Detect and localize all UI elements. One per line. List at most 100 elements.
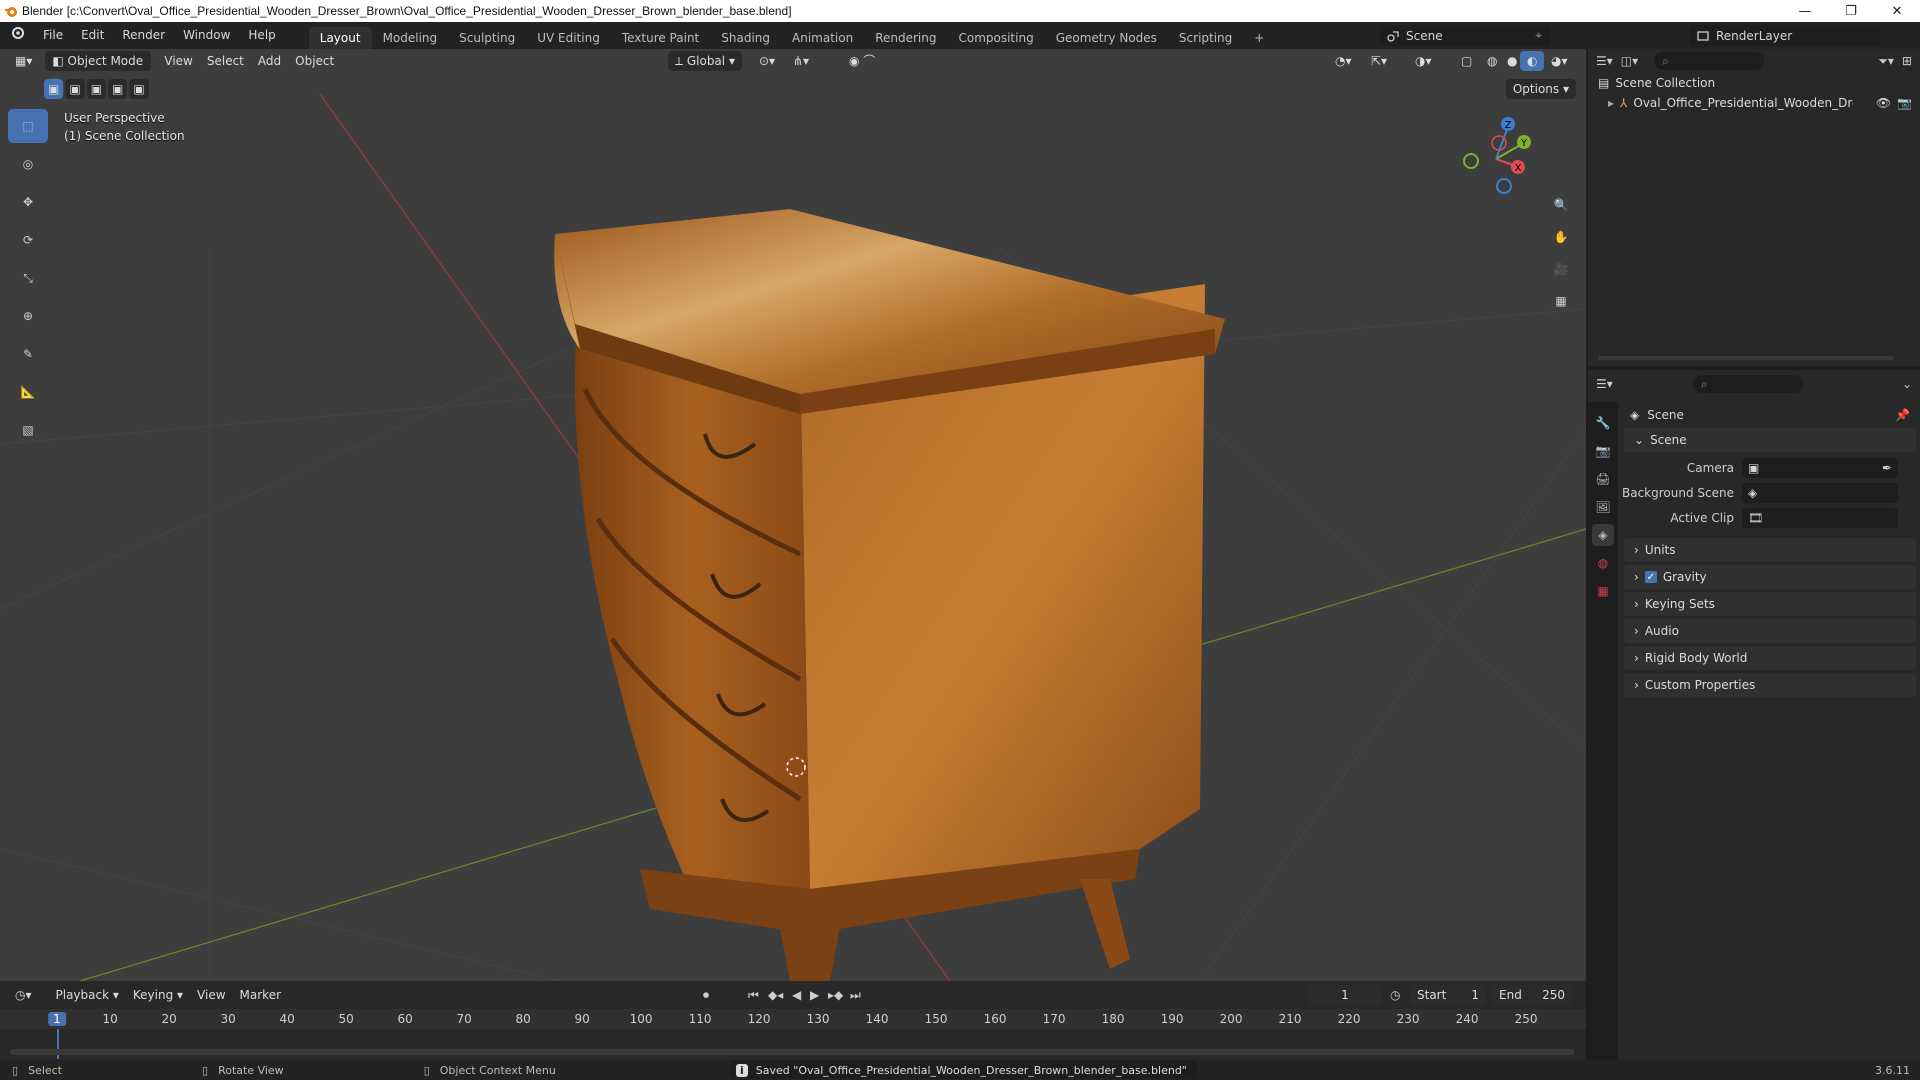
tab-geometry-nodes[interactable]: Geometry Nodes bbox=[1045, 27, 1168, 49]
panel-custom-properties[interactable]: › Custom Properties bbox=[1624, 673, 1916, 697]
menu-add[interactable]: Add bbox=[251, 51, 288, 71]
add-cube-tool-icon[interactable]: ▧ bbox=[8, 413, 48, 447]
move-tool-icon[interactable]: ✥ bbox=[8, 185, 48, 219]
tab-shading[interactable]: Shading bbox=[710, 27, 781, 49]
menu-playback[interactable]: Playback ▾ bbox=[49, 985, 126, 1005]
jump-end-icon[interactable]: ⏭ bbox=[850, 988, 861, 1003]
pin-icon[interactable]: ⌖ bbox=[1535, 28, 1550, 43]
cursor-tool-icon[interactable]: ◎ bbox=[8, 147, 48, 181]
current-frame-field[interactable]: 1 bbox=[1308, 985, 1382, 1005]
world-tab-icon[interactable]: ◍ bbox=[1592, 552, 1614, 574]
tab-compositing[interactable]: Compositing bbox=[947, 27, 1044, 49]
navigation-gizmo[interactable]: Z Y X bbox=[1446, 109, 1546, 209]
menu-marker[interactable]: Marker bbox=[233, 985, 288, 1005]
filter-icon[interactable]: ⏷▾ bbox=[1878, 54, 1894, 69]
menu-render[interactable]: Render bbox=[113, 22, 174, 49]
end-frame-field[interactable]: End 250 bbox=[1492, 985, 1572, 1005]
select-invert-icon[interactable]: ▣ bbox=[108, 79, 128, 99]
rotate-tool-icon[interactable]: ⟳ bbox=[8, 223, 48, 257]
menu-object[interactable]: Object bbox=[288, 51, 341, 71]
expand-arrow-icon[interactable]: ▸ bbox=[1608, 96, 1614, 110]
ortho-grid-icon[interactable]: ▦ bbox=[1546, 288, 1576, 314]
properties-search-input[interactable]: ⌕ bbox=[1692, 375, 1803, 393]
output-tab-icon[interactable]: 🖨 bbox=[1592, 468, 1614, 490]
panel-units[interactable]: › Units bbox=[1624, 538, 1916, 562]
timeline-ruler[interactable]: 1 10 20 30 40 50 60 70 80 90 100 110 120 130 140 150 160… bbox=[0, 1009, 1586, 1059]
add-workspace-button[interactable]: + bbox=[1243, 27, 1275, 49]
tab-modeling[interactable]: Modeling bbox=[372, 27, 449, 49]
mode-dropdown[interactable]: ◧ Object Mode ▾ bbox=[45, 51, 152, 88]
display-mode-icon[interactable]: ◫▾ bbox=[1621, 54, 1638, 68]
camera-field[interactable]: ▣ ✒ bbox=[1742, 457, 1898, 478]
transform-tool-icon[interactable]: ⊕ bbox=[8, 299, 48, 333]
camera-render-icon[interactable]: 📷 bbox=[1897, 96, 1920, 110]
menu-timeline-view[interactable]: View bbox=[190, 985, 232, 1005]
shading-material-icon[interactable]: ◐ bbox=[1520, 51, 1545, 71]
scene-tab-icon[interactable]: ◈ bbox=[1592, 524, 1614, 546]
eye-icon[interactable]: 👁 bbox=[1876, 96, 1891, 110]
orientation-dropdown[interactable]: ⟂ Global ▾ bbox=[668, 51, 742, 71]
menu-select[interactable]: Select bbox=[200, 51, 251, 71]
minimize-button[interactable]: — bbox=[1782, 0, 1828, 22]
select-box-tool-icon[interactable]: ⬚ bbox=[8, 109, 48, 143]
timeline-editor-icon[interactable]: ◷▾ bbox=[8, 985, 39, 1005]
eyedropper-icon[interactable]: ✒ bbox=[1882, 461, 1898, 475]
outliner-scrollbar[interactable] bbox=[1598, 356, 1894, 360]
render-tab-icon[interactable]: 📷 bbox=[1592, 440, 1614, 462]
pivot-icon[interactable]: ⊙▾ bbox=[752, 51, 782, 71]
jump-start-icon[interactable]: ⏮ bbox=[748, 988, 759, 1003]
scale-tool-icon[interactable]: ⤡ bbox=[8, 261, 48, 295]
select-extend-icon[interactable]: ▣ bbox=[65, 79, 85, 99]
shading-rendered-icon[interactable]: ◕▾ bbox=[1544, 51, 1575, 71]
new-collection-icon[interactable]: ⊞ bbox=[1902, 54, 1912, 68]
panel-keying-sets[interactable]: › Keying Sets bbox=[1624, 592, 1916, 616]
overlays-icon[interactable]: ◑▾ bbox=[1408, 51, 1439, 71]
maximize-button[interactable]: ❐ bbox=[1828, 0, 1874, 22]
texture-tab-icon[interactable]: ▦ bbox=[1592, 580, 1614, 602]
zoom-icon[interactable]: 🔍 bbox=[1546, 192, 1576, 218]
properties-editor-icon[interactable]: ☰▾ bbox=[1596, 377, 1613, 391]
pan-hand-icon[interactable]: ✋ bbox=[1546, 224, 1576, 250]
scene-selector[interactable]: Scene ⌖ bbox=[1380, 25, 1550, 46]
menu-help[interactable]: Help bbox=[239, 22, 284, 49]
measure-tool-icon[interactable]: 📐 bbox=[8, 375, 48, 409]
view-layer-selector[interactable]: RenderLayer bbox=[1690, 25, 1880, 46]
menu-keying[interactable]: Keying ▾ bbox=[126, 985, 190, 1005]
blender-menu-icon[interactable] bbox=[0, 22, 34, 49]
menu-window[interactable]: Window bbox=[174, 22, 239, 49]
options-chevron-icon[interactable]: ⌄ bbox=[1902, 377, 1912, 391]
tab-sculpting[interactable]: Sculpting bbox=[448, 27, 526, 49]
tool-tab-icon[interactable]: 🔧 bbox=[1592, 412, 1614, 434]
options-button[interactable]: Options ▾ bbox=[1505, 79, 1576, 99]
select-subtract-icon[interactable]: ▣ bbox=[86, 79, 107, 99]
3d-viewport[interactable]: ▦▾ ◧ Object Mode ▾ View Select Add Objec… bbox=[0, 49, 1586, 981]
tab-uv-editing[interactable]: UV Editing bbox=[526, 27, 611, 49]
play-icon[interactable]: ▶ bbox=[810, 988, 819, 1002]
panel-audio[interactable]: › Audio bbox=[1624, 619, 1916, 643]
prev-keyframe-icon[interactable]: ◆◂ bbox=[768, 988, 783, 1002]
start-frame-field[interactable]: Start 1 bbox=[1410, 985, 1486, 1005]
annotate-tool-icon[interactable]: ✎ bbox=[8, 337, 48, 371]
outliner-search-input[interactable]: ⌕ bbox=[1654, 52, 1765, 70]
select-new-icon[interactable]: ▣ bbox=[44, 79, 64, 99]
menu-edit[interactable]: Edit bbox=[72, 22, 113, 49]
view-layer-tab-icon[interactable]: 🖼 bbox=[1592, 496, 1614, 518]
outliner-root-row[interactable]: ▤ Scene Collection bbox=[1588, 73, 1920, 93]
background-scene-field[interactable]: ◈ bbox=[1742, 482, 1898, 503]
panel-gravity[interactable]: › ✓ Gravity bbox=[1624, 565, 1916, 589]
tab-animation[interactable]: Animation bbox=[781, 27, 864, 49]
tab-layout[interactable]: Layout bbox=[308, 27, 372, 49]
visibility-icon[interactable]: ◔▾ bbox=[1328, 51, 1359, 71]
next-keyframe-icon[interactable]: ▸◆ bbox=[828, 988, 843, 1002]
outliner-editor-icon[interactable]: ☰▾ bbox=[1596, 54, 1613, 68]
menu-view[interactable]: View bbox=[157, 51, 199, 71]
close-button[interactable]: ✕ bbox=[1874, 0, 1920, 22]
editor-type-button[interactable]: ▦▾ bbox=[8, 51, 39, 71]
autokey-record-icon[interactable]: ⏺ bbox=[703, 988, 709, 1003]
tab-texture-paint[interactable]: Texture Paint bbox=[611, 27, 710, 49]
xray-icon[interactable]: ▢ bbox=[1454, 51, 1479, 71]
tab-rendering[interactable]: Rendering bbox=[864, 27, 947, 49]
snap-icon[interactable]: ⋔▾ bbox=[786, 51, 816, 71]
pin-icon[interactable]: 📌 bbox=[1895, 408, 1920, 422]
gravity-checkbox[interactable]: ✓ bbox=[1644, 571, 1657, 583]
